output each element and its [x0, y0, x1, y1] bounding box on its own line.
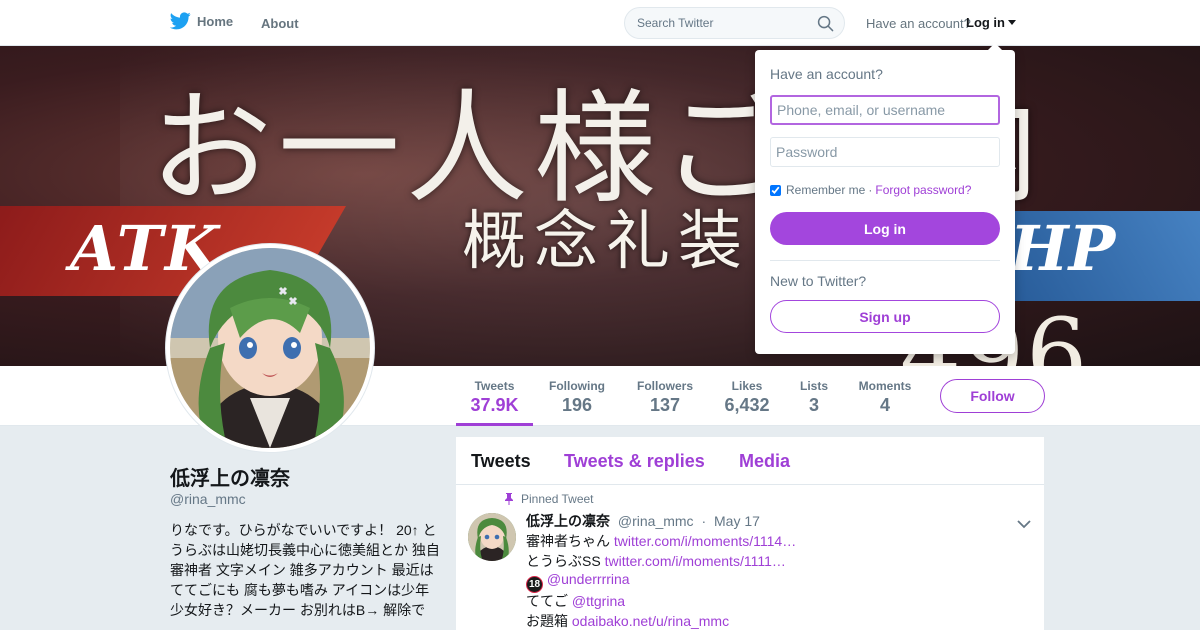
nav-home-label: Home	[197, 13, 234, 29]
nav-home-link[interactable]: Home	[170, 12, 233, 30]
login-button[interactable]: Log in	[770, 212, 1000, 245]
tweet-text: とうらぶSS	[526, 553, 605, 569]
profile-name: 低浮上の凛奈	[170, 468, 290, 490]
password-field[interactable]	[770, 137, 1000, 167]
tweet-text: お題箱	[526, 613, 572, 629]
tweet-author-avatar[interactable]	[468, 513, 516, 561]
tab-media[interactable]: Media	[739, 451, 790, 472]
stat-label: Moments	[858, 379, 912, 393]
pinned-tweet-indicator: Pinned Tweet	[504, 492, 594, 506]
remember-row: Remember me · Forgot password?	[770, 183, 971, 197]
stat-value: 137	[649, 395, 681, 415]
stat-label: Followers	[636, 379, 693, 393]
stat-value: 4	[879, 395, 890, 415]
pinned-tweet-label: Pinned Tweet	[521, 492, 594, 506]
search-box	[624, 7, 845, 39]
profile-bio: りなです。ひらがなでいいですよ！ 20↑ とうらぶは山姥切長義中心に徳美組とか …	[170, 522, 440, 618]
stat-value: 196	[561, 395, 593, 415]
tweet-text-line: お題箱 odaibako.net/u/rina_mmc	[526, 611, 729, 630]
login-menu-link[interactable]: Log in	[966, 15, 1016, 30]
forgot-password-link[interactable]: Forgot password?	[875, 183, 971, 197]
search-icon[interactable]	[817, 15, 834, 37]
tweet-text: 審神者ちゃん	[526, 533, 614, 549]
stat-label: Likes	[731, 379, 763, 393]
tab-tweets-replies[interactable]: Tweets & replies	[564, 451, 705, 472]
pin-icon	[505, 493, 513, 505]
tweet-text-line: 18 @underrrrina	[526, 571, 630, 593]
twitter-bird-icon	[170, 12, 191, 30]
search-input[interactable]	[625, 8, 805, 38]
stat-value: 6,432	[724, 395, 770, 415]
stat-value: 3	[808, 395, 819, 415]
tweet-author-name[interactable]: 低浮上の凛奈	[526, 513, 610, 529]
tweet-author-handle[interactable]: @rina_mmc	[618, 513, 694, 529]
follow-button[interactable]: Follow	[940, 379, 1045, 413]
remember-separator: ·	[868, 183, 873, 197]
stat-tweets[interactable]: Tweets 37.9K	[456, 366, 533, 426]
new-to-twitter-text: New to Twitter?	[770, 273, 867, 289]
tweet-timeline: Tweets Tweets & replies Media Pinned Twe…	[456, 437, 1044, 630]
top-navigation-bar: Home About Have an account? Log in	[0, 0, 1200, 46]
tweet-link[interactable]: twitter.com/i/moments/1114…	[614, 533, 796, 549]
chevron-down-icon[interactable]	[1017, 516, 1031, 534]
chevron-down-icon	[1008, 20, 1016, 25]
stat-label: Lists	[799, 379, 828, 393]
remember-me-checkbox[interactable]	[770, 184, 781, 196]
banner-subtitle-text: 概念礼装	[462, 205, 750, 279]
dropdown-divider	[770, 260, 1000, 261]
stat-likes[interactable]: Likes 6,432	[718, 366, 776, 426]
stat-followers[interactable]: Followers 137	[630, 366, 700, 426]
tweet-avatar-illustration	[468, 513, 516, 561]
tweet-link[interactable]: odaibako.net/u/rina_mmc	[572, 613, 729, 629]
tweet-mention-link[interactable]: @underrrrina	[547, 571, 630, 587]
tab-tweets[interactable]: Tweets	[471, 451, 531, 472]
banner-hp-text: HP	[1010, 212, 1116, 285]
stat-label: Tweets	[474, 379, 515, 393]
nav-about-link[interactable]: About	[261, 16, 299, 31]
stat-value: 37.9K	[470, 395, 519, 415]
profile-avatar[interactable]	[166, 244, 374, 452]
tweet-link[interactable]: twitter.com/i/moments/1111…	[605, 553, 786, 569]
login-dropdown: Have an account? Remember me · Forgot pa…	[755, 43, 1015, 354]
tweet-date[interactable]: May 17	[714, 513, 760, 529]
timeline-tabs: Tweets Tweets & replies Media	[456, 437, 1044, 485]
tweet-mention-link[interactable]: @ttgrina	[572, 593, 625, 609]
profile-handle[interactable]: @rina_mmc	[170, 491, 246, 507]
stat-moments[interactable]: Moments 4	[852, 366, 918, 426]
have-account-text: Have an account?	[866, 16, 971, 31]
tweet-header: 低浮上の凛奈 @rina_mmc · May 17	[526, 511, 760, 531]
tweet-text-line: とうらぶSS twitter.com/i/moments/1111…	[526, 551, 786, 571]
tweet-separator: ·	[701, 513, 707, 529]
signup-button[interactable]: Sign up	[770, 300, 1000, 333]
tweet-text-line: ててご @ttgrina	[526, 591, 625, 611]
dropdown-heading: Have an account?	[770, 66, 883, 82]
avatar-illustration	[170, 248, 370, 448]
remember-me-label[interactable]: Remember me	[786, 183, 865, 197]
tweet-text: ててご	[526, 593, 572, 609]
stat-following[interactable]: Following 196	[541, 366, 613, 426]
tweet-text-line: 審神者ちゃん twitter.com/i/moments/1114…	[526, 531, 796, 551]
stat-label: Following	[549, 379, 605, 393]
username-field[interactable]	[770, 95, 1000, 125]
login-link-label: Log in	[966, 15, 1005, 30]
stat-lists[interactable]: Lists 3	[793, 366, 835, 426]
